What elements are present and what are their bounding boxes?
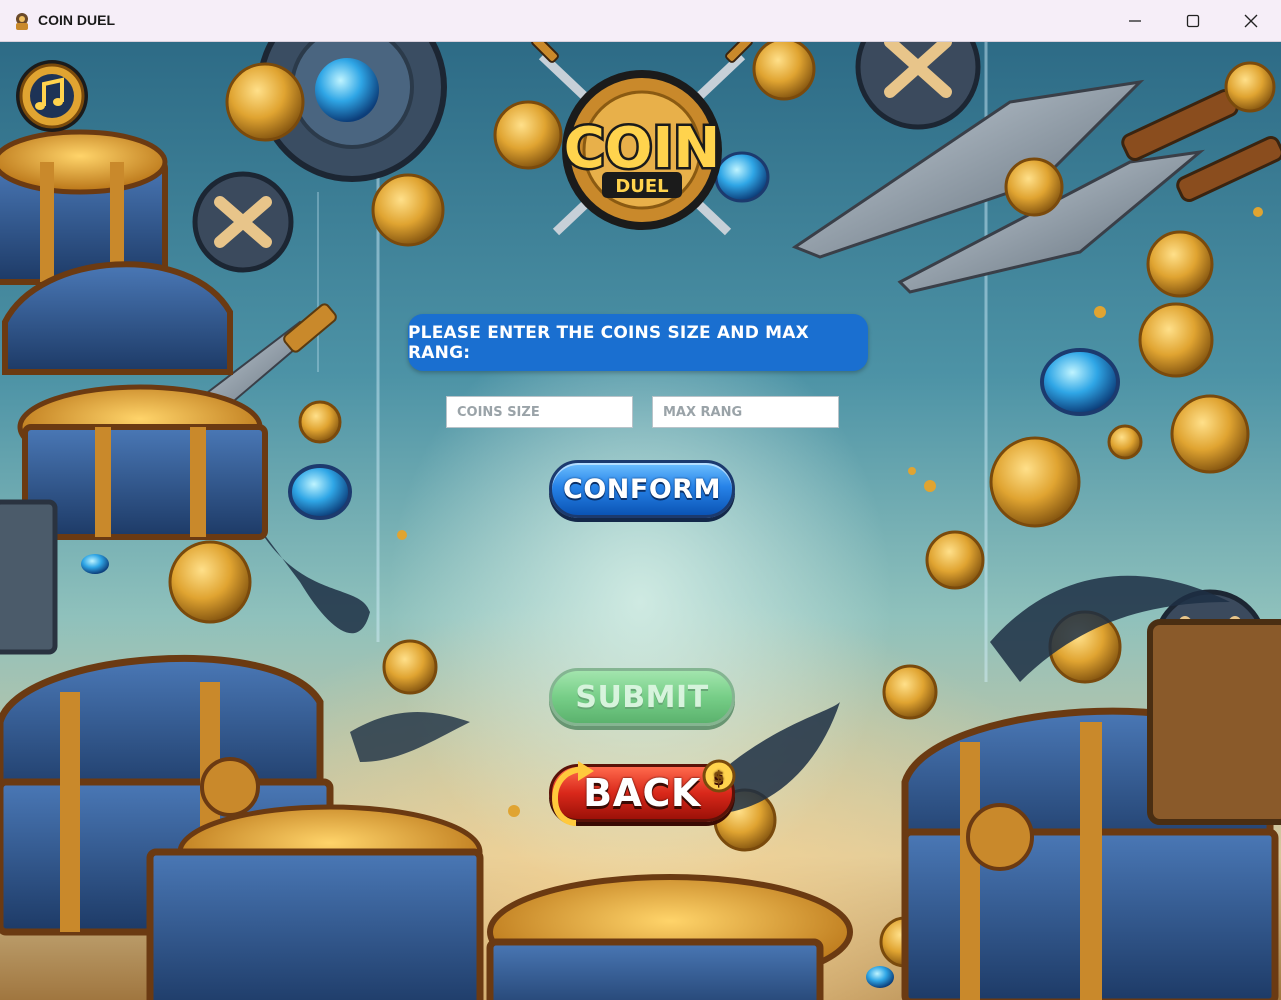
app-icon xyxy=(16,13,28,30)
coin-duel-logo: COIN DUEL xyxy=(531,42,753,236)
back-button-label: BACK xyxy=(583,771,701,815)
title-bar: COIN DUEL xyxy=(0,0,1281,42)
maximize-button[interactable] xyxy=(1164,0,1222,42)
logo-word-sub: DUEL xyxy=(615,176,668,197)
music-toggle-button[interactable] xyxy=(14,58,90,134)
window-title: COIN DUEL xyxy=(38,12,115,28)
minimize-icon xyxy=(1129,20,1141,22)
conform-button[interactable]: CONFORM xyxy=(549,460,735,518)
input-prompt-banner: PLEASE ENTER THE COINS SIZE AND MAX RANG… xyxy=(408,314,868,371)
minimize-button[interactable] xyxy=(1106,0,1164,42)
back-button[interactable]: BACK $ xyxy=(549,759,736,826)
svg-text:$: $ xyxy=(713,767,725,786)
max-rang-input[interactable] xyxy=(652,396,839,428)
coin-icon: $ xyxy=(702,759,736,793)
close-button[interactable] xyxy=(1222,0,1280,42)
back-arrow-icon xyxy=(552,761,594,826)
coins-size-input[interactable] xyxy=(446,396,633,428)
game-scene: COIN DUEL PLEASE ENTER THE COINS SIZE AN… xyxy=(0,42,1281,1000)
conform-button-label: CONFORM xyxy=(563,473,721,505)
close-icon xyxy=(1244,14,1258,28)
maximize-icon xyxy=(1186,14,1200,28)
submit-button[interactable]: SUBMIT xyxy=(549,668,735,726)
logo-word-main: COIN xyxy=(564,116,720,181)
submit-button-label: SUBMIT xyxy=(575,679,709,715)
